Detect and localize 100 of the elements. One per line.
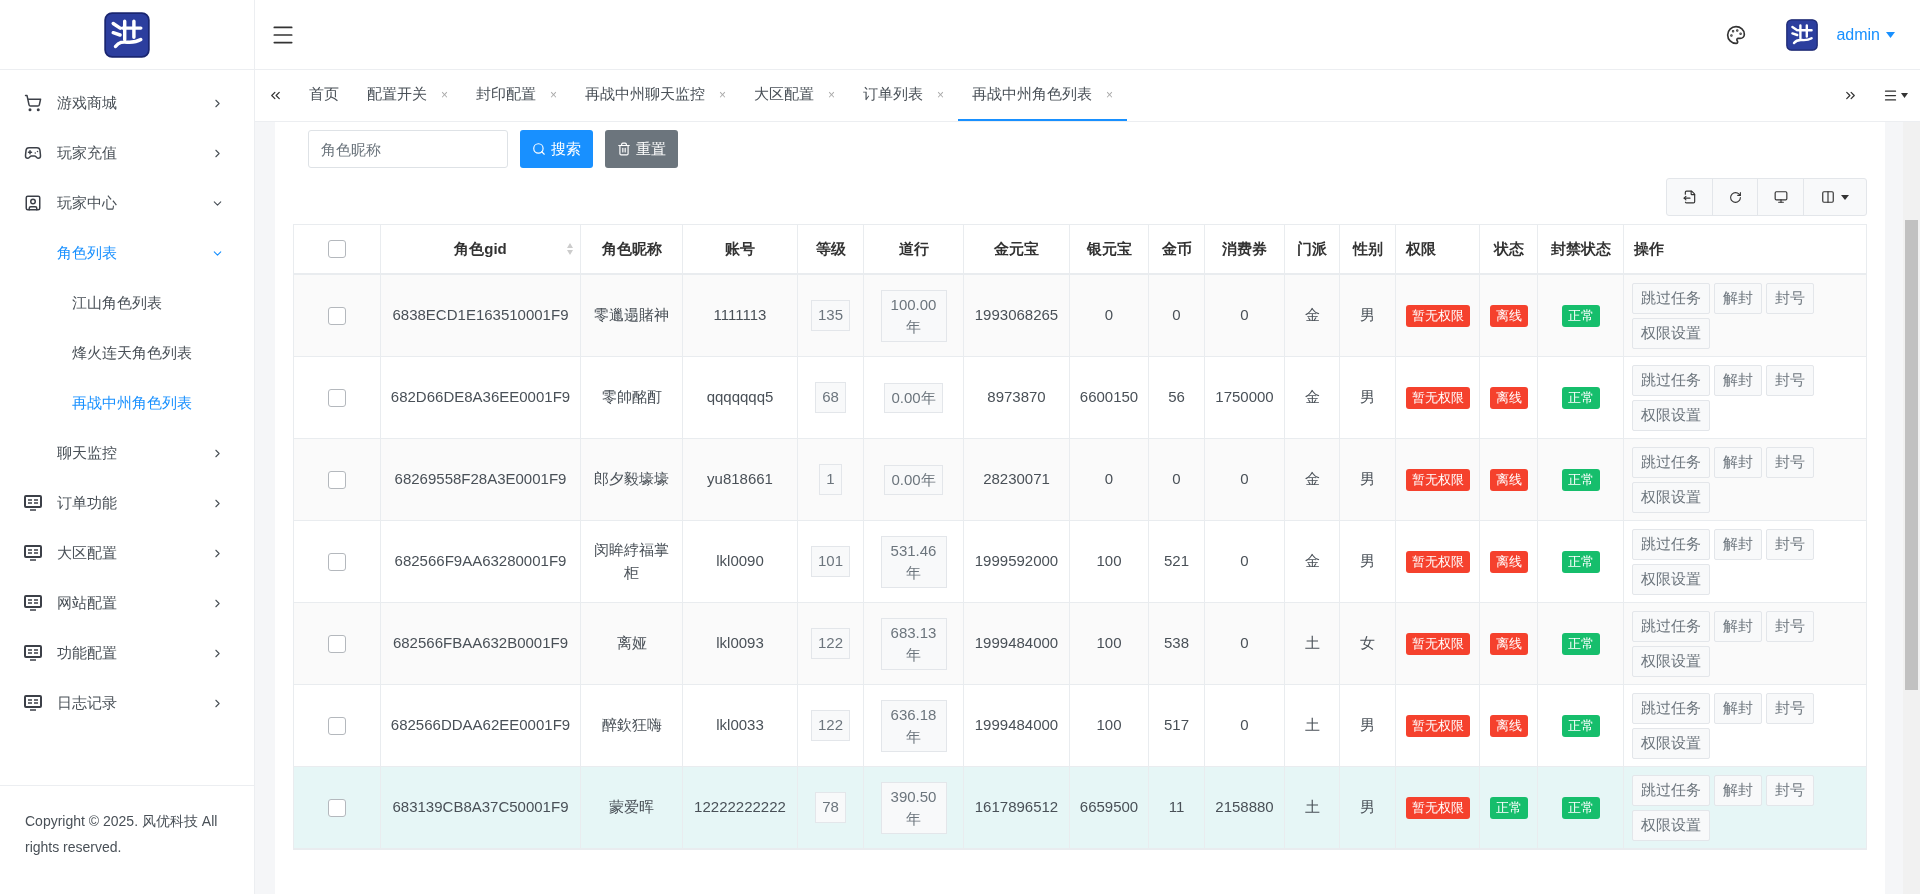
level-field: 1	[819, 464, 842, 495]
action-button[interactable]: 跳过任务	[1632, 282, 1710, 314]
tab[interactable]: 配置开关 ×	[353, 70, 462, 121]
board-icon	[24, 645, 42, 661]
tab[interactable]: 订单列表 ×	[849, 70, 959, 121]
table-cell-text: 0	[1172, 469, 1181, 490]
table-row[interactable]: 682566FBAA632B0001F9 离娅 lkl0093 122 683.13年 1999484000 100 538 0 土 女 暂无权限 离线 正常 跳过任务 解封 封号 权限设置	[294, 603, 1867, 685]
user-menu[interactable]: admin	[1836, 22, 1895, 47]
action-button[interactable]: 权限设置	[1632, 563, 1710, 595]
checkbox[interactable]	[328, 798, 346, 817]
action-button[interactable]: 权限设置	[1632, 645, 1710, 677]
search-button[interactable]: 搜索	[520, 130, 593, 168]
checkbox[interactable]	[328, 306, 346, 325]
table-row[interactable]: 682566DDAA62EE0001F9 醉欽狂嗨 lkl0033 122 636.18年 1999484000 100 517 0 土 男 暂无权限 离线 正常 跳过任务 解封 封号 权限设置	[294, 685, 1867, 767]
column-title: 状态	[1493, 238, 1524, 259]
table-row[interactable]: 682566F9AA63280001F9 闵眸綍福掌柜 lkl0090 101 531.46年 1999592000 100 521 0 金 男 暂无权限 离线 正常 跳过任务 解封 封号 权限设置	[294, 521, 1867, 603]
action-button[interactable]: 解封	[1714, 774, 1762, 806]
level-field: 122	[811, 628, 850, 659]
action-button[interactable]: 封号	[1766, 364, 1814, 396]
table-row[interactable]: 6838ECD1E163510001F9 零邋遢賭神 1111113 135 100.00年 1993068265 0 0 0 金 男 暂无权限 离线 正常 跳过任务 解封 封号 权限设置	[294, 275, 1867, 357]
close-icon[interactable]: ×	[828, 85, 836, 104]
table-row[interactable]: 682D66DE8A36EE0001F9 零帥酩酊 qqqqqqq5 68 0.00年 8973870 6600150 56 1750000 金 男 暂无权限 离线 正常 跳过任务 解封 封号 权限设置	[294, 357, 1867, 439]
sidebar-item[interactable]: 日志记录	[0, 678, 254, 728]
column-header[interactable]: 角色gid	[381, 225, 581, 273]
action-button[interactable]: 解封	[1714, 364, 1762, 396]
tab[interactable]: 再战中州聊天监控 ×	[571, 70, 741, 121]
sidebar-item[interactable]: 烽火连天角色列表	[0, 328, 254, 378]
checkbox[interactable]	[328, 388, 346, 407]
table-cell-text: 682566DDAA62EE0001F9	[390, 715, 571, 736]
table-row[interactable]: 68269558F28A3E0001F9 郎夕毅壕壕 yu818661 1 0.00年 28230071 0 0 0 金 男 暂无权限 离线 正常 跳过任务 解封 封号 权限设置	[294, 439, 1867, 521]
action-button[interactable]: 跳过任务	[1632, 446, 1710, 478]
sidebar-item[interactable]: 大区配置	[0, 528, 254, 578]
board-icon	[24, 595, 42, 611]
sidebar-item[interactable]: 再战中州角色列表	[0, 378, 254, 428]
sort-icon[interactable]	[566, 242, 574, 256]
table-cell-text: 零帥酩酊	[601, 387, 662, 408]
action-button[interactable]: 封号	[1766, 610, 1814, 642]
tab[interactable]: 大区配置 ×	[740, 70, 850, 121]
search-field[interactable]: 角色昵称	[308, 130, 508, 168]
action-button[interactable]: 解封	[1714, 528, 1762, 560]
table-cell-text: 100	[1096, 633, 1122, 654]
table-cell-text: 金	[1304, 387, 1320, 408]
action-button[interactable]: 解封	[1714, 692, 1762, 724]
action-button[interactable]: 跳过任务	[1632, 610, 1710, 642]
table-cell-text: 1993068265	[974, 305, 1059, 326]
checkbox[interactable]	[328, 240, 346, 258]
action-button[interactable]: 解封	[1714, 610, 1762, 642]
caret-icon	[1900, 93, 1908, 98]
action-button[interactable]: 解封	[1714, 446, 1762, 478]
checkbox[interactable]	[328, 552, 346, 571]
action-button[interactable]: 封号	[1766, 692, 1814, 724]
action-button[interactable]: 封号	[1766, 446, 1814, 478]
sidebar-item[interactable]: 订单功能	[0, 478, 254, 528]
sidebar-item[interactable]: 游戏商城	[0, 78, 254, 128]
close-icon[interactable]: ×	[550, 85, 558, 104]
reset-button[interactable]: 重置	[605, 130, 678, 168]
table-cell-text: 闵眸綍福掌柜	[593, 540, 670, 583]
action-button[interactable]: 权限设置	[1632, 399, 1710, 431]
table-cell-text: 100	[1096, 551, 1122, 572]
action-button[interactable]: 封号	[1766, 774, 1814, 806]
action-button[interactable]: 跳过任务	[1632, 528, 1710, 560]
close-icon[interactable]: ×	[441, 85, 448, 104]
tab[interactable]: 首页	[295, 70, 353, 121]
scrollbar[interactable]	[1903, 122, 1920, 894]
action-button[interactable]: 封号	[1766, 282, 1814, 314]
column-title: 性别	[1352, 238, 1383, 259]
action-button[interactable]: 权限设置	[1632, 317, 1710, 349]
cart-icon	[24, 94, 42, 112]
sidebar-item[interactable]: 聊天监控	[0, 428, 254, 478]
sidebar-item[interactable]: 角色列表	[0, 228, 254, 278]
palette-icon[interactable]	[1726, 24, 1747, 45]
columns-glyph-icon	[1821, 190, 1835, 204]
table-cell-text: 56	[1168, 387, 1185, 408]
action-button[interactable]: 解封	[1714, 282, 1762, 314]
sidebar-item[interactable]: 玩家充值	[0, 128, 254, 178]
tab[interactable]: 封印配置 ×	[462, 70, 572, 121]
close-icon[interactable]: ×	[937, 85, 945, 104]
action-button[interactable]: 跳过任务	[1632, 364, 1710, 396]
table-cell-text: 0	[1172, 305, 1181, 326]
column-title: 消费券	[1222, 238, 1267, 259]
action-button[interactable]: 权限设置	[1632, 809, 1710, 841]
daoxing-field: 683.13年	[880, 617, 947, 670]
close-icon[interactable]: ×	[719, 85, 727, 104]
checkbox[interactable]	[328, 634, 346, 653]
column-title: 道行	[898, 238, 929, 259]
sidebar-item[interactable]: 江山角色列表	[0, 278, 254, 328]
action-button[interactable]: 封号	[1766, 528, 1814, 560]
close-icon[interactable]: ×	[1106, 85, 1114, 104]
table-cell-text: lkl0033	[716, 715, 764, 736]
action-button[interactable]: 跳过任务	[1632, 692, 1710, 724]
checkbox[interactable]	[328, 470, 346, 489]
status-badge: 离线	[1489, 632, 1528, 655]
table-row[interactable]: 683139CB8A37C50001F9 蒙爱晖 12222222222 78 390.50年 1617896512 6659500 11 2158880 土 男 暂无权限 正常 正常 跳过任务 解封 封号 权限设置	[294, 767, 1867, 849]
action-button[interactable]: 权限设置	[1632, 727, 1710, 759]
checkbox[interactable]	[328, 716, 346, 735]
sidebar-item[interactable]: 玩家中心	[0, 178, 254, 228]
sidebar-item[interactable]: 功能配置	[0, 628, 254, 678]
action-button[interactable]: 权限设置	[1632, 481, 1710, 513]
action-button[interactable]: 跳过任务	[1632, 774, 1710, 806]
sidebar-item[interactable]: 网站配置	[0, 578, 254, 628]
